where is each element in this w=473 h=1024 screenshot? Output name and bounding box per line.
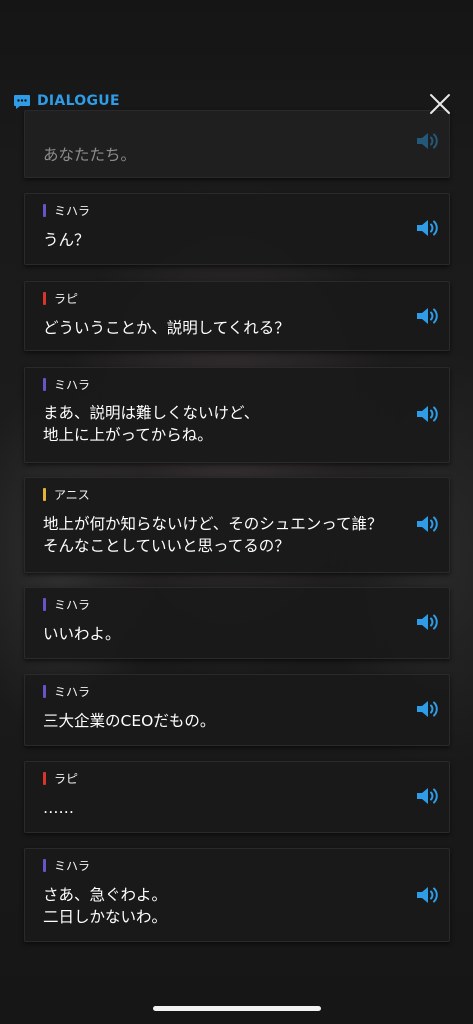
speaker-color-bar: [43, 598, 46, 611]
speaker-name: ミハラ: [54, 378, 91, 392]
chat-bubble-icon: [14, 95, 30, 109]
speaker-icon[interactable]: [414, 304, 442, 328]
dialogue-text: 三大企業のCEOだもの。: [43, 712, 216, 730]
dialogue-entry: ミハラ まあ、説明は難しくないけど、 地上に上がってからね。: [24, 367, 450, 463]
dialogue-text: いいわよ。: [43, 625, 121, 643]
speaker-color-bar: [43, 859, 46, 872]
dialogue-text: ……: [43, 799, 74, 817]
dialogue-text: まあ、説明は難しくないけど、 地上に上がってからね。: [43, 404, 260, 444]
speaker-icon[interactable]: [414, 402, 442, 426]
dialogue-title: DIALOGUE: [37, 93, 120, 109]
speaker-name: ミハラ: [54, 685, 91, 699]
dialogue-text: あなたたち。: [43, 146, 137, 164]
speaker-icon[interactable]: [414, 512, 442, 536]
speaker-icon[interactable]: [414, 883, 442, 907]
dialogue-entry: ラピ ……: [24, 761, 450, 833]
speaker-name: ミハラ: [54, 859, 91, 873]
speaker-icon[interactable]: [414, 129, 442, 153]
speaker-color-bar: [43, 204, 46, 217]
speaker-name: ラピ: [54, 772, 79, 786]
dialogue-entry: ミハラ さあ、急ぐわよ。 二日しかないわ。: [24, 848, 450, 942]
speaker-icon[interactable]: [414, 697, 442, 721]
dialogue-log[interactable]: あなたたち。 ミハラ うん？ ラピ どういうことか、説明してくれる？ ミハラ ま…: [0, 0, 473, 1024]
speaker-color-bar: [43, 378, 46, 391]
dialogue-text: どういうことか、説明してくれる？: [43, 319, 290, 337]
speaker-color-bar: [43, 292, 46, 305]
home-indicator[interactable]: [153, 1006, 321, 1011]
speaker-name: ラピ: [54, 292, 79, 306]
speaker-name: ミハラ: [54, 204, 91, 218]
speaker-color-bar: [43, 772, 46, 785]
speaker-name: ミハラ: [54, 598, 91, 612]
dialogue-entry: アニス 地上が何か知らないけど、そのシュエンって誰？ そんなことしていいと思って…: [24, 477, 450, 573]
dialogue-text: 地上が何か知らないけど、そのシュエンって誰？ そんなことしていいと思ってるの？: [43, 515, 383, 555]
dialogue-text: うん？: [43, 231, 90, 249]
dialogue-header: DIALOGUE: [0, 86, 473, 120]
speaker-icon[interactable]: [414, 216, 442, 240]
dialogue-entry: あなたたち。: [24, 110, 450, 178]
speaker-icon[interactable]: [414, 784, 442, 808]
close-icon[interactable]: [426, 90, 454, 118]
speaker-icon[interactable]: [414, 610, 442, 634]
speaker-color-bar: [43, 488, 46, 501]
dialogue-entry: ミハラ うん？: [24, 193, 450, 265]
dialogue-entry: ミハラ 三大企業のCEOだもの。: [24, 674, 450, 746]
dialogue-text: さあ、急ぐわよ。 二日しかないわ。: [43, 886, 168, 926]
speaker-color-bar: [43, 685, 46, 698]
dialogue-entry: ミハラ いいわよ。: [24, 587, 450, 659]
speaker-name: アニス: [54, 488, 90, 502]
dialogue-entry: ラピ どういうことか、説明してくれる？: [24, 281, 450, 351]
